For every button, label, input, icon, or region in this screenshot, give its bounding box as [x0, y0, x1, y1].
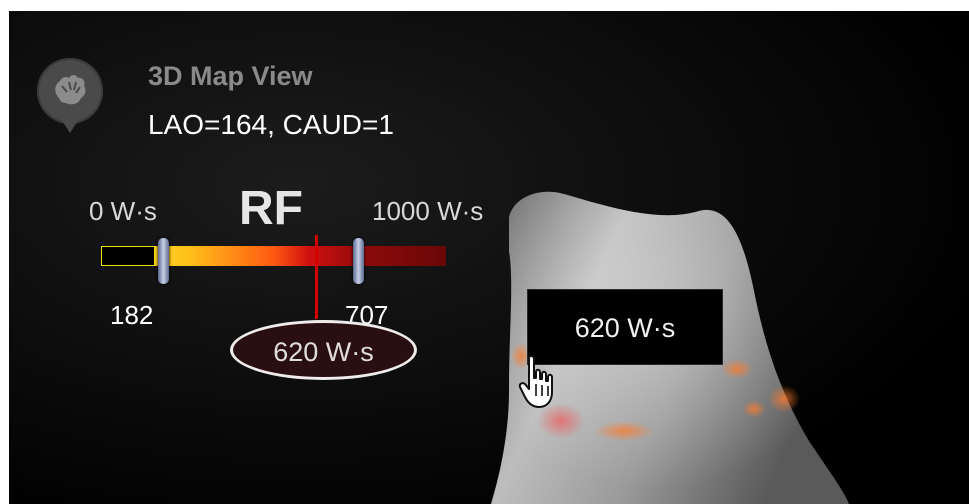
scale-title: RF [239, 182, 303, 235]
tooltip-text: 620 W·s [574, 313, 676, 343]
map-viewport[interactable]: 3D Map View LAO=164, CAUD=1 0 W·s RF 100… [9, 11, 969, 504]
lower-threshold-value: 182 [110, 300, 154, 330]
scale-min-label: 0 W·s [89, 196, 157, 226]
current-value-text: 620 W·s [273, 337, 374, 367]
hand-pointer-icon [518, 354, 553, 408]
current-value-marker [315, 235, 318, 319]
hand-icon [55, 75, 86, 105]
rf-color-scale[interactable] [101, 235, 461, 319]
lower-threshold-handle[interactable] [158, 238, 169, 284]
map-view-icon[interactable] [37, 58, 103, 124]
map-view-icon-pointer [61, 119, 79, 133]
scale-max-label: 1000 W·s [372, 196, 484, 226]
view-title: 3D Map View [148, 61, 313, 91]
view-orientation: LAO=164, CAUD=1 [148, 109, 394, 140]
upper-threshold-handle[interactable] [353, 238, 364, 284]
current-value-badge: 620 W·s [230, 320, 417, 380]
below-range-segment [101, 246, 155, 266]
